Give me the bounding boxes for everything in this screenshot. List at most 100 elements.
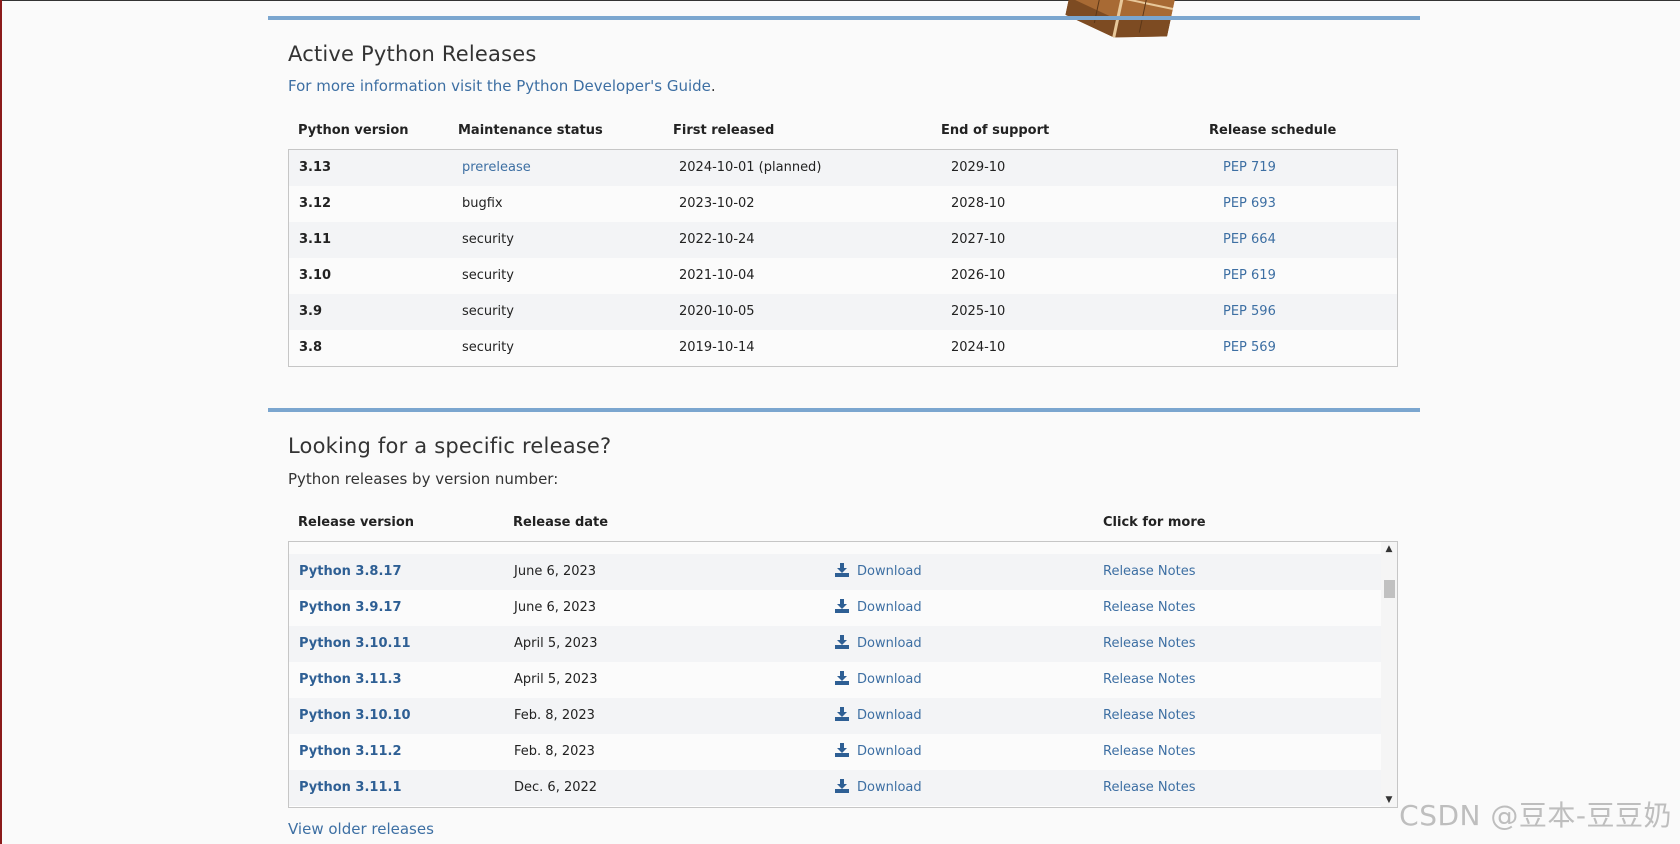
end-of-support: 2028-10 bbox=[951, 196, 1006, 211]
python-version: 3.10 bbox=[299, 268, 332, 283]
view-older-releases-link[interactable]: View older releases bbox=[288, 820, 434, 838]
scroll-up-arrow-icon[interactable]: ▲ bbox=[1381, 544, 1397, 554]
pep-link[interactable]: PEP 619 bbox=[1223, 258, 1276, 294]
specific-release-subtitle: Python releases by version number: bbox=[288, 470, 559, 488]
download-label: Download bbox=[857, 636, 922, 651]
download-button[interactable]: Download bbox=[835, 770, 922, 806]
scrollbar-thumb[interactable] bbox=[1384, 580, 1395, 598]
maintenance-status: security bbox=[462, 304, 514, 319]
list-item: Python 3.9.17 June 6, 2023 Download Rele… bbox=[289, 590, 1381, 626]
release-notes-link[interactable]: Release Notes bbox=[1103, 662, 1195, 698]
download-icon bbox=[835, 563, 849, 577]
watermark-text: CSDN @豆本-豆豆奶 bbox=[1399, 799, 1672, 832]
release-date: April 5, 2023 bbox=[514, 672, 598, 687]
table-row: 3.12 bugfix 2023-10-02 2028-10 PEP 693 bbox=[289, 186, 1397, 222]
download-label: Download bbox=[857, 780, 922, 795]
download-icon bbox=[835, 635, 849, 649]
end-of-support: 2027-10 bbox=[951, 232, 1006, 247]
release-version-link[interactable]: Python 3.11.3 bbox=[299, 662, 401, 698]
first-released: 2022-10-24 bbox=[679, 232, 755, 247]
release-notes-link[interactable]: Release Notes bbox=[1103, 770, 1195, 806]
download-button[interactable]: Download bbox=[835, 734, 922, 770]
release-date: Feb. 8, 2023 bbox=[514, 708, 595, 723]
release-version-link[interactable]: Python 3.8.17 bbox=[299, 554, 401, 590]
developer-guide-suffix: . bbox=[710, 77, 716, 95]
release-version-link[interactable]: Python 3.10.11 bbox=[299, 626, 411, 662]
col-header-maintenance-status: Maintenance status bbox=[458, 123, 603, 138]
release-date: June 6, 2023 bbox=[514, 564, 597, 579]
table-row: 3.13 prerelease 2024-10-01 (planned) 202… bbox=[289, 150, 1397, 186]
maintenance-status: security bbox=[462, 268, 514, 283]
download-button[interactable]: Download bbox=[835, 554, 922, 590]
download-icon bbox=[835, 599, 849, 613]
pep-link[interactable]: PEP 569 bbox=[1223, 330, 1276, 366]
table-row: 3.8 security 2019-10-14 2024-10 PEP 569 bbox=[289, 330, 1397, 366]
window-top-border bbox=[0, 0, 1680, 1]
specific-release-title: Looking for a specific release? bbox=[288, 434, 612, 458]
download-label: Download bbox=[857, 564, 922, 579]
release-notes-link[interactable]: Release Notes bbox=[1103, 626, 1195, 662]
col-header-release-version: Release version bbox=[298, 515, 415, 530]
maintenance-status-link[interactable]: prerelease bbox=[462, 150, 531, 186]
download-button[interactable]: Download bbox=[835, 698, 922, 734]
col-header-end-of-support: End of support bbox=[941, 123, 1050, 138]
active-releases-table: 3.13 prerelease 2024-10-01 (planned) 202… bbox=[288, 149, 1398, 367]
pep-link[interactable]: PEP 596 bbox=[1223, 294, 1276, 330]
maintenance-status: security bbox=[462, 232, 514, 247]
active-releases-title: Active Python Releases bbox=[288, 42, 537, 66]
window-left-border bbox=[0, 0, 2, 844]
download-label: Download bbox=[857, 600, 922, 615]
python-version: 3.9 bbox=[299, 304, 323, 319]
download-button[interactable]: Download bbox=[835, 590, 922, 626]
list-item: Python 3.11.3 April 5, 2023 Download Rel… bbox=[289, 662, 1381, 698]
list-item: Python 3.10.10 Feb. 8, 2023 Download Rel… bbox=[289, 698, 1381, 734]
col-header-release-schedule: Release schedule bbox=[1209, 123, 1337, 138]
maintenance-status: bugfix bbox=[462, 196, 503, 211]
release-date: April 5, 2023 bbox=[514, 636, 598, 651]
release-notes-link[interactable]: Release Notes bbox=[1103, 590, 1195, 626]
download-button[interactable]: Download bbox=[835, 662, 922, 698]
release-date: Feb. 8, 2023 bbox=[514, 744, 595, 759]
release-version-link[interactable]: Python 3.11.2 bbox=[299, 734, 401, 770]
table-row: 3.9 security 2020-10-05 2025-10 PEP 596 bbox=[289, 294, 1397, 330]
release-version-link[interactable]: Python 3.9.17 bbox=[299, 590, 401, 626]
end-of-support: 2024-10 bbox=[951, 340, 1006, 355]
download-icon bbox=[835, 779, 849, 793]
release-list-scrollbox[interactable]: Python 3.8.17 June 6, 2023 Download Rele… bbox=[288, 541, 1398, 808]
developer-guide-line: For more information visit the Python De… bbox=[288, 77, 716, 95]
maintenance-status: security bbox=[462, 340, 514, 355]
download-label: Download bbox=[857, 744, 922, 759]
table-row: 3.11 security 2022-10-24 2027-10 PEP 664 bbox=[289, 222, 1397, 258]
download-label: Download bbox=[857, 708, 922, 723]
release-version-link[interactable]: Python 3.11.1 bbox=[299, 770, 401, 806]
list-item: Python 3.8.17 June 6, 2023 Download Rele… bbox=[289, 554, 1381, 590]
pep-link[interactable]: PEP 693 bbox=[1223, 186, 1276, 222]
developer-guide-link[interactable]: For more information visit the Python De… bbox=[288, 77, 711, 95]
col-header-click-for-more: Click for more bbox=[1103, 515, 1206, 530]
table-row: 3.10 security 2021-10-04 2026-10 PEP 619 bbox=[289, 258, 1397, 294]
col-header-first-released: First released bbox=[673, 123, 775, 138]
python-version: 3.12 bbox=[299, 196, 332, 211]
pep-link[interactable]: PEP 719 bbox=[1223, 150, 1276, 186]
list-item: Python 3.10.11 April 5, 2023 Download Re… bbox=[289, 626, 1381, 662]
release-notes-link[interactable]: Release Notes bbox=[1103, 734, 1195, 770]
python-version: 3.11 bbox=[299, 232, 332, 247]
release-notes-link[interactable]: Release Notes bbox=[1103, 698, 1195, 734]
release-version-link[interactable]: Python 3.10.10 bbox=[299, 698, 411, 734]
download-icon bbox=[835, 707, 849, 721]
python-version: 3.13 bbox=[299, 160, 332, 175]
end-of-support: 2029-10 bbox=[951, 160, 1006, 175]
download-icon bbox=[835, 671, 849, 685]
download-icon bbox=[835, 743, 849, 757]
release-notes-link[interactable]: Release Notes bbox=[1103, 554, 1195, 590]
vertical-scrollbar[interactable]: ▲ ▼ bbox=[1381, 542, 1397, 807]
pep-link[interactable]: PEP 664 bbox=[1223, 222, 1276, 258]
box-illustration-icon bbox=[1065, 0, 1178, 38]
scroll-down-arrow-icon[interactable]: ▼ bbox=[1381, 795, 1397, 805]
download-button[interactable]: Download bbox=[835, 626, 922, 662]
section-divider bbox=[268, 408, 1420, 412]
end-of-support: 2025-10 bbox=[951, 304, 1006, 319]
release-date: Dec. 6, 2022 bbox=[514, 780, 598, 795]
first-released: 2020-10-05 bbox=[679, 304, 755, 319]
first-released: 2023-10-02 bbox=[679, 196, 755, 211]
